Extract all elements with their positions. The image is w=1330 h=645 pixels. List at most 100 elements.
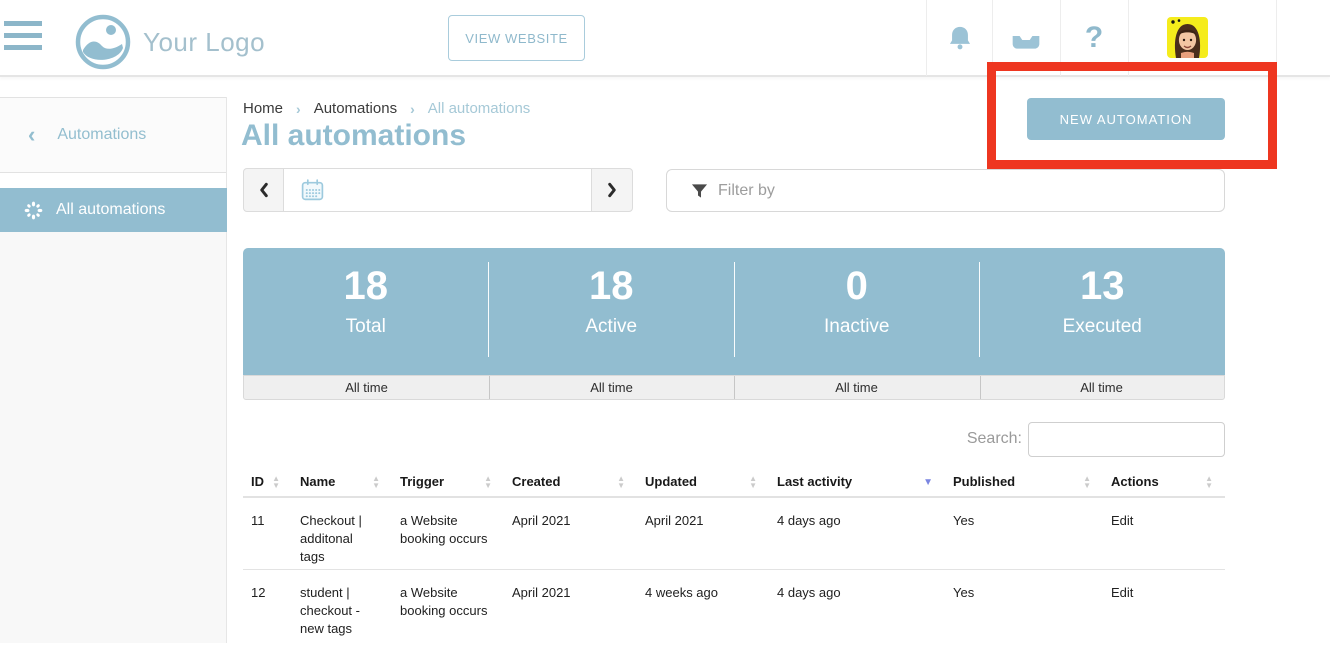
chevron-right-icon: › (296, 101, 301, 117)
date-next-button[interactable] (591, 168, 633, 212)
logo-image-icon (75, 14, 131, 70)
stats-separator (979, 262, 980, 357)
menu-icon[interactable] (4, 21, 44, 55)
cell-published: Yes (945, 570, 1103, 645)
cell-updated: April 2021 (637, 498, 769, 569)
chevron-left-icon: ‹ (28, 124, 35, 146)
avatar[interactable] (1167, 17, 1208, 58)
stat-value: 13 (1080, 263, 1125, 309)
stat-period: All time (734, 376, 979, 399)
sidebar-item-label: All automations (56, 201, 165, 219)
stat-label: Inactive (824, 316, 889, 338)
topbar: Your Logo VIEW WEBSITE ? (0, 0, 1330, 77)
inbox-tray-icon (1010, 26, 1042, 50)
app-window: Your Logo VIEW WEBSITE ? (0, 0, 1330, 643)
stat-value: 18 (589, 263, 634, 309)
column-header-published[interactable]: Published ▲▼ (945, 468, 1103, 496)
table-row[interactable]: 12 student | checkout - new tags a Websi… (243, 570, 1225, 645)
stat-inactive[interactable]: 0 Inactive (734, 248, 980, 375)
calendar-icon (300, 178, 325, 203)
column-header-name[interactable]: Name ▲▼ (292, 468, 392, 496)
cell-name: student | checkout - new tags (292, 570, 392, 645)
stats-separator (734, 262, 735, 357)
page-title: All automations (241, 119, 466, 153)
sidebar-back-section[interactable]: ‹ Automations (0, 97, 226, 173)
chevron-right-icon: › (410, 101, 415, 117)
stat-total[interactable]: 18 Total (243, 248, 489, 375)
sort-icon[interactable]: ▲▼ (1083, 476, 1091, 490)
cell-created: April 2021 (504, 498, 637, 569)
automation-flower-icon (24, 201, 43, 220)
topbar-divider (1128, 0, 1129, 76)
cell-id: 11 (243, 498, 292, 569)
cell-trigger: a Website booking occurs (392, 498, 504, 569)
stats-panel: 18 Total 18 Active 0 Inactive 13 Execute… (243, 248, 1225, 400)
edit-link[interactable]: Edit (1103, 570, 1225, 645)
chevron-left-icon (258, 182, 270, 198)
breadcrumb-current: All automations (428, 100, 531, 117)
question-mark-icon: ? (1085, 21, 1103, 55)
table-header-row: ID ▲▼ Name ▲▼ Trigger ▲▼ Created ▲▼ Upda… (243, 468, 1225, 498)
sort-desc-icon[interactable]: ▼ (923, 477, 933, 488)
sort-icon[interactable]: ▲▼ (617, 476, 625, 490)
chevron-right-icon (606, 182, 618, 198)
date-range-picker (243, 168, 633, 212)
column-header-updated[interactable]: Updated ▲▼ (637, 468, 769, 496)
stat-active[interactable]: 18 Active (489, 248, 735, 375)
column-header-created[interactable]: Created ▲▼ (504, 468, 637, 496)
stat-period: All time (489, 376, 734, 399)
stats-period-strip: All time All time All time All time (243, 375, 1225, 400)
strip-separator (980, 376, 981, 399)
help-button[interactable]: ? (1061, 0, 1127, 76)
notifications-button[interactable] (927, 0, 993, 76)
stats-summary: 18 Total 18 Active 0 Inactive 13 Execute… (243, 248, 1225, 375)
sort-icon[interactable]: ▲▼ (372, 476, 380, 490)
strip-separator (734, 376, 735, 399)
view-website-button[interactable]: VIEW WEBSITE (448, 15, 585, 61)
stat-period: All time (244, 376, 489, 399)
search-input[interactable] (1028, 422, 1225, 457)
table-row[interactable]: 11 Checkout | additonal tags a Website b… (243, 498, 1225, 570)
cell-trigger: a Website booking occurs (392, 570, 504, 645)
search-row: Search: (243, 421, 1225, 457)
strip-separator (489, 376, 490, 399)
stats-separator (488, 262, 489, 357)
breadcrumb-home[interactable]: Home (243, 100, 283, 117)
edit-link[interactable]: Edit (1103, 498, 1225, 569)
filter-box (666, 169, 1225, 212)
sidebar-body (0, 232, 226, 643)
stat-label: Executed (1063, 316, 1142, 338)
sort-icon[interactable]: ▲▼ (749, 476, 757, 490)
column-header-id[interactable]: ID ▲▼ (243, 468, 292, 496)
cell-id: 12 (243, 570, 292, 645)
sort-icon[interactable]: ▲▼ (484, 476, 492, 490)
cell-created: April 2021 (504, 570, 637, 645)
automations-table: ID ▲▼ Name ▲▼ Trigger ▲▼ Created ▲▼ Upda… (243, 468, 1225, 645)
logo-text: Your Logo (143, 27, 265, 58)
sidebar: ‹ Automations All au (0, 97, 227, 643)
sort-icon[interactable]: ▲▼ (272, 476, 280, 490)
bell-icon (946, 25, 974, 51)
stat-label: Total (346, 316, 386, 338)
date-prev-button[interactable] (243, 168, 284, 212)
breadcrumb-automations[interactable]: Automations (314, 100, 397, 117)
topbar-divider (1276, 0, 1277, 76)
date-range-input[interactable] (284, 168, 591, 212)
column-header-trigger[interactable]: Trigger ▲▼ (392, 468, 504, 496)
stat-label: Active (585, 316, 637, 338)
stat-value: 0 (846, 263, 868, 309)
column-header-actions[interactable]: Actions ▲▼ (1103, 468, 1225, 496)
breadcrumb: Home › Automations › All automations (243, 100, 530, 117)
inbox-button[interactable] (993, 0, 1059, 76)
filter-input[interactable] (718, 182, 1198, 200)
sort-icon[interactable]: ▲▼ (1205, 476, 1213, 490)
sidebar-item-all-automations[interactable]: All automations (0, 188, 227, 232)
stat-executed[interactable]: 13 Executed (980, 248, 1226, 375)
column-header-last-activity[interactable]: Last activity ▼ (769, 468, 945, 496)
cell-published: Yes (945, 498, 1103, 569)
new-automation-button[interactable]: NEW AUTOMATION (1027, 98, 1225, 140)
cell-last-activity: 4 days ago (769, 498, 945, 569)
logo[interactable]: Your Logo (75, 14, 265, 70)
stat-period: All time (979, 376, 1224, 399)
cell-name: Checkout | additonal tags (292, 498, 392, 569)
